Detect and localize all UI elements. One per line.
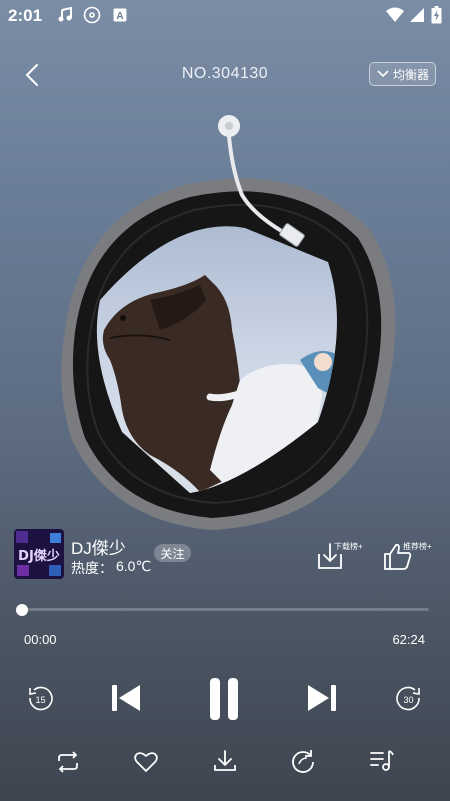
player-screen: 2:01 A NO.304130 均衡器 DJ傑少 DJ傑少 热度： 6.0℃ … xyxy=(0,0,450,801)
rewind-15-button[interactable]: 15 xyxy=(25,684,55,714)
skip-next-icon xyxy=(308,685,336,711)
music-note-icon xyxy=(56,6,74,24)
heat-label: 热度： xyxy=(71,560,113,576)
rewind-icon: 15 xyxy=(29,686,53,711)
pause-icon xyxy=(210,678,238,720)
chevron-down-icon xyxy=(377,70,389,78)
svg-text:30: 30 xyxy=(403,695,413,705)
recommend-chart-button[interactable]: 推荐榜+ xyxy=(382,538,442,574)
disc-icon xyxy=(83,6,101,24)
wifi-icon xyxy=(385,6,405,24)
heart-icon xyxy=(134,752,158,772)
share-arrow-icon xyxy=(292,750,314,773)
total-time: 62:24 xyxy=(392,632,425,647)
share-button[interactable] xyxy=(288,746,318,776)
favorite-button[interactable] xyxy=(131,747,161,777)
download-button[interactable] xyxy=(210,746,240,776)
next-button[interactable] xyxy=(304,680,340,716)
progress-knob[interactable] xyxy=(16,604,28,616)
svg-text:A: A xyxy=(116,11,123,22)
pause-button[interactable] xyxy=(204,676,244,722)
status-bar: 2:01 A xyxy=(0,0,450,32)
vinyl-record[interactable] xyxy=(0,90,450,530)
download-chart-button[interactable]: 下载榜+ xyxy=(313,538,369,574)
follow-button[interactable]: 关注 xyxy=(154,544,191,562)
recommend-chart-label: 推荐榜+ xyxy=(403,542,432,551)
previous-button[interactable] xyxy=(108,680,144,716)
repeat-icon xyxy=(58,751,78,773)
repeat-button[interactable] xyxy=(53,747,83,777)
status-time: 2:01 xyxy=(8,6,43,25)
progress-track[interactable] xyxy=(20,608,429,611)
artist-name[interactable]: DJ傑少 xyxy=(71,534,126,559)
a-badge-icon: A xyxy=(111,6,129,24)
svg-text:15: 15 xyxy=(35,695,45,705)
download-icon xyxy=(214,750,236,771)
forward-30-button[interactable]: 30 xyxy=(394,684,424,714)
heat-value: 6.0℃ xyxy=(116,558,152,574)
equalizer-label: 均衡器 xyxy=(392,67,429,82)
current-time: 00:00 xyxy=(24,632,57,647)
svg-text:DJ傑少: DJ傑少 xyxy=(18,548,60,564)
battery-charging-icon xyxy=(430,6,442,24)
skip-previous-icon xyxy=(112,685,140,711)
download-chart-label: 下载榜+ xyxy=(334,542,363,551)
playlist-icon xyxy=(370,750,394,771)
forward-icon: 30 xyxy=(396,686,420,711)
signal-icon xyxy=(408,6,426,24)
playlist-button[interactable] xyxy=(367,746,397,776)
artist-avatar[interactable]: DJ傑少 xyxy=(14,529,64,579)
equalizer-button[interactable]: 均衡器 xyxy=(369,62,436,86)
